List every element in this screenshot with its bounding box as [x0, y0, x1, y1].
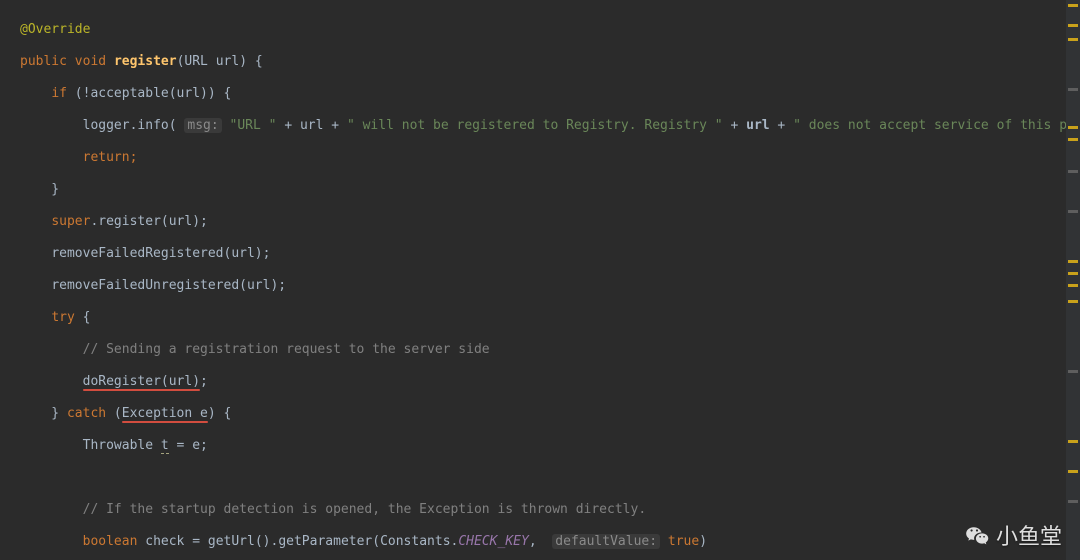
ty: Throwable — [83, 438, 153, 453]
marker[interactable] — [1068, 24, 1078, 27]
ty: Exception — [122, 406, 200, 421]
fn: acceptable — [90, 86, 168, 101]
kw: if — [51, 86, 67, 101]
kw: void — [75, 54, 106, 69]
str: "URL " — [230, 118, 277, 133]
marker[interactable] — [1068, 88, 1078, 91]
comment: // Sending a registration request to the… — [83, 342, 490, 357]
error-stripe[interactable] — [1066, 0, 1080, 560]
kw: super — [51, 214, 90, 229]
var-e: e — [192, 438, 200, 453]
param-name: url — [216, 54, 239, 69]
fn: info — [137, 118, 168, 133]
wechat-icon — [964, 524, 990, 550]
marker[interactable] — [1068, 170, 1078, 173]
param-hint: defaultValue: — [552, 534, 660, 549]
code-editor[interactable]: @Override public void register(URL url) … — [0, 0, 1080, 560]
exception-decl: Exception e — [122, 406, 208, 421]
const: CHECK_KEY — [458, 534, 528, 549]
fn: doRegister — [83, 374, 161, 389]
annotation: @Override — [20, 22, 90, 37]
fn: register — [98, 214, 161, 229]
id: logger — [83, 118, 130, 133]
id: check — [145, 534, 184, 549]
marker[interactable] — [1068, 138, 1078, 141]
marker[interactable] — [1068, 4, 1078, 7]
marker[interactable] — [1068, 38, 1078, 41]
method-name: register — [114, 54, 177, 69]
var: e — [200, 406, 208, 421]
fn: removeFailedUnregistered — [51, 278, 239, 293]
marker[interactable] — [1068, 272, 1078, 275]
marker[interactable] — [1068, 284, 1078, 287]
constants: Constants — [380, 534, 450, 549]
watermark: 小鱼堂 — [964, 524, 1062, 550]
var-t: t — [161, 438, 169, 454]
fn: removeFailedRegistered — [51, 246, 223, 261]
kw: return; — [83, 150, 138, 165]
marker[interactable] — [1068, 126, 1078, 129]
fn: getUrl — [208, 534, 255, 549]
param-hint: msg: — [184, 118, 221, 133]
marker[interactable] — [1068, 440, 1078, 443]
str: " does not accept service of this proto — [793, 118, 1080, 133]
marker[interactable] — [1068, 210, 1078, 213]
str: " will not be registered to Registry. Re… — [347, 118, 723, 133]
marker[interactable] — [1068, 500, 1078, 503]
marker[interactable] — [1068, 300, 1078, 303]
kw: boolean — [83, 534, 138, 549]
marker[interactable] — [1068, 370, 1078, 373]
watermark-label: 小鱼堂 — [996, 529, 1062, 545]
comment: // If the startup detection is opened, t… — [83, 502, 647, 517]
bool: true — [668, 534, 699, 549]
kw: catch — [67, 406, 106, 421]
fn: getParameter — [278, 534, 372, 549]
param-type: URL — [184, 54, 207, 69]
kw: try — [51, 310, 74, 325]
kw: public — [20, 54, 67, 69]
fn-doRegister: doRegister(url) — [83, 374, 200, 389]
marker[interactable] — [1068, 260, 1078, 263]
marker[interactable] — [1068, 470, 1078, 473]
